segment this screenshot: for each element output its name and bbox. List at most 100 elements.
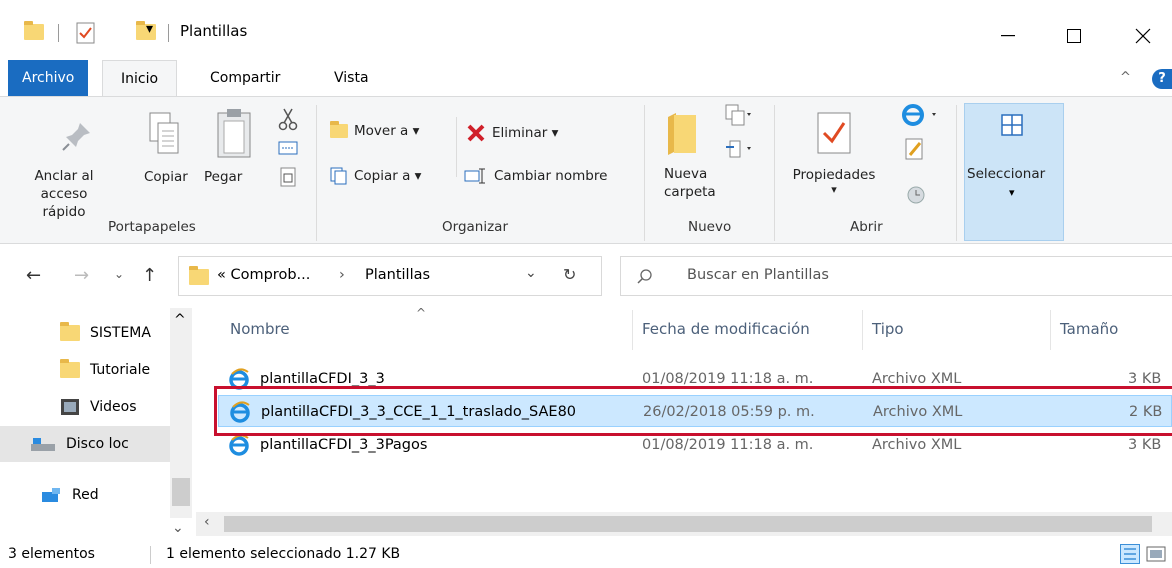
file-date: 01/08/2019 11:18 a. m.: [642, 437, 814, 453]
file-row[interactable]: plantillaCFDI_3_3 01/08/2019 11:18 a. m.…: [218, 363, 1172, 395]
tab-vista[interactable]: Vista: [316, 60, 387, 96]
file-date: 26/02/2018 05:59 p. m.: [643, 404, 815, 420]
breadcrumb-plantillas[interactable]: Plantillas: [365, 267, 430, 283]
paste-button[interactable]: Pegar: [204, 169, 242, 185]
recent-locations-chevron-icon[interactable]: ⌄: [114, 267, 124, 281]
file-name: plantillaCFDI_3_3Pagos: [260, 437, 428, 453]
nav-scroll-thumb[interactable]: [172, 478, 190, 506]
maximize-icon: [1067, 29, 1081, 43]
nav-item-tutoriales[interactable]: Tutoriale: [60, 355, 150, 385]
paste-shortcut-icon[interactable]: [280, 167, 296, 187]
pin-quick-access-button[interactable]: Anclar al acceso rápido: [18, 167, 110, 221]
history-icon[interactable]: [906, 185, 926, 205]
close-icon: [1135, 28, 1151, 44]
details-view-icon[interactable]: [1120, 544, 1140, 564]
properties-quick-icon[interactable]: [76, 22, 96, 44]
search-placeholder: Buscar en Plantillas: [687, 267, 829, 283]
cut-icon[interactable]: [278, 107, 298, 131]
copy-icon: [149, 112, 179, 154]
file-size: 2 KB: [1129, 404, 1163, 420]
back-arrow-icon[interactable]: ←: [26, 265, 41, 286]
network-icon: [42, 488, 60, 502]
file-name: plantillaCFDI_3_3: [260, 371, 385, 387]
new-folder-icon: [668, 113, 696, 155]
copy-path-icon[interactable]: [278, 139, 298, 157]
scroll-down-icon[interactable]: ⌄: [172, 520, 184, 536]
new-folder-button[interactable]: Nueva carpeta: [664, 165, 716, 201]
column-header-name[interactable]: Nombre: [230, 320, 290, 338]
customize-quick-access-icon[interactable]: ▾: [146, 21, 153, 37]
refresh-icon[interactable]: ↻: [563, 265, 576, 284]
folder-icon: [60, 322, 80, 341]
file-row[interactable]: plantillaCFDI_3_3Pagos 01/08/2019 11:18 …: [218, 429, 1172, 461]
search-icon: [637, 269, 652, 284]
minimize-button[interactable]: [985, 16, 1031, 56]
nav-item-disco-local[interactable]: Disco loc: [0, 426, 170, 462]
group-label-nuevo: Nuevo: [688, 219, 732, 235]
close-button[interactable]: [1120, 16, 1166, 56]
tab-compartir[interactable]: Compartir: [192, 60, 298, 96]
rename-button[interactable]: Cambiar nombre: [464, 167, 607, 185]
group-label-portapapeles: Portapapeles: [108, 219, 196, 235]
scroll-left-icon[interactable]: ‹: [204, 514, 210, 530]
easy-access-icon[interactable]: [724, 137, 752, 163]
large-icons-view-icon[interactable]: [1146, 544, 1166, 564]
title-bar: ▾ Plantillas: [0, 0, 1172, 60]
move-to-button[interactable]: Mover a ▾: [330, 121, 419, 139]
folder-icon: [60, 359, 80, 378]
file-size: 3 KB: [1128, 437, 1162, 453]
paste-icon: [217, 109, 251, 158]
status-bar: 3 elementos 1 elemento seleccionado 1.27…: [0, 542, 1172, 568]
copy-button[interactable]: Copiar: [144, 169, 188, 185]
column-header-type[interactable]: Tipo: [872, 320, 904, 338]
nav-item-red[interactable]: Red: [40, 480, 99, 510]
delete-button[interactable]: Eliminar ▾: [466, 123, 558, 143]
properties-button[interactable]: Propiedades ▾: [790, 167, 878, 196]
forward-arrow-icon[interactable]: →: [74, 265, 89, 286]
ribbon: Anclar al acceso rápido Copiar Pegar Por…: [0, 96, 1172, 244]
maximize-button[interactable]: [1051, 16, 1097, 56]
sort-ascending-icon: ^: [416, 306, 427, 320]
search-box[interactable]: Buscar en Plantillas: [620, 256, 1172, 296]
tab-inicio[interactable]: Inicio: [102, 60, 178, 97]
scroll-up-icon[interactable]: ^: [174, 312, 186, 328]
help-button[interactable]: ?: [1152, 69, 1172, 89]
drive-icon: [31, 438, 55, 451]
file-type: Archivo XML: [873, 404, 963, 420]
open-ie-icon[interactable]: [902, 103, 940, 127]
breadcrumb-separator[interactable]: ›: [339, 267, 345, 283]
pin-icon: [62, 123, 90, 151]
horizontal-scroll-thumb[interactable]: [224, 516, 1152, 532]
group-label-abrir: Abrir: [850, 219, 883, 235]
nav-scrollbar[interactable]: ^: [170, 308, 192, 518]
window-title: Plantillas: [180, 22, 248, 40]
nav-item-videos[interactable]: Videos: [60, 392, 137, 422]
new-item-icon[interactable]: [724, 103, 752, 129]
selection-info: 1 elemento seleccionado 1.27 KB: [166, 546, 401, 562]
breadcrumb-comprob[interactable]: « Comprob...: [217, 267, 310, 283]
file-type: Archivo XML: [872, 371, 962, 387]
address-dropdown-icon[interactable]: ⌄: [525, 265, 537, 281]
up-arrow-icon[interactable]: ↑: [142, 265, 157, 286]
horizontal-scrollbar[interactable]: ‹: [196, 512, 1172, 536]
file-type: Archivo XML: [872, 437, 962, 453]
select-grid-icon: [1001, 114, 1023, 136]
file-size: 3 KB: [1128, 371, 1162, 387]
address-bar[interactable]: « Comprob... › Plantillas ⌄ ↻: [178, 256, 602, 296]
select-button[interactable]: Seleccionar ▾: [964, 103, 1064, 241]
address-folder-icon: [189, 266, 209, 285]
nav-item-sistema[interactable]: SISTEMA: [60, 318, 151, 348]
ie-xml-icon: [229, 434, 249, 456]
file-name: plantillaCFDI_3_3_CCE_1_1_traslado_SAE80: [261, 404, 577, 420]
copy-to-button[interactable]: Copiar a ▾: [330, 167, 421, 185]
move-folder-icon: [330, 121, 348, 138]
column-header-date[interactable]: Fecha de modificación: [642, 320, 810, 338]
file-date: 01/08/2019 11:18 a. m.: [642, 371, 814, 387]
tab-archivo[interactable]: Archivo: [8, 60, 89, 96]
item-count: 3 elementos: [8, 546, 95, 562]
file-row-selected[interactable]: plantillaCFDI_3_3_CCE_1_1_traslado_SAE80…: [218, 395, 1172, 427]
collapse-ribbon-icon[interactable]: ^: [1120, 70, 1131, 85]
column-header-size[interactable]: Tamaño: [1060, 320, 1118, 338]
copy-to-icon: [330, 167, 347, 185]
edit-icon[interactable]: [904, 137, 926, 161]
